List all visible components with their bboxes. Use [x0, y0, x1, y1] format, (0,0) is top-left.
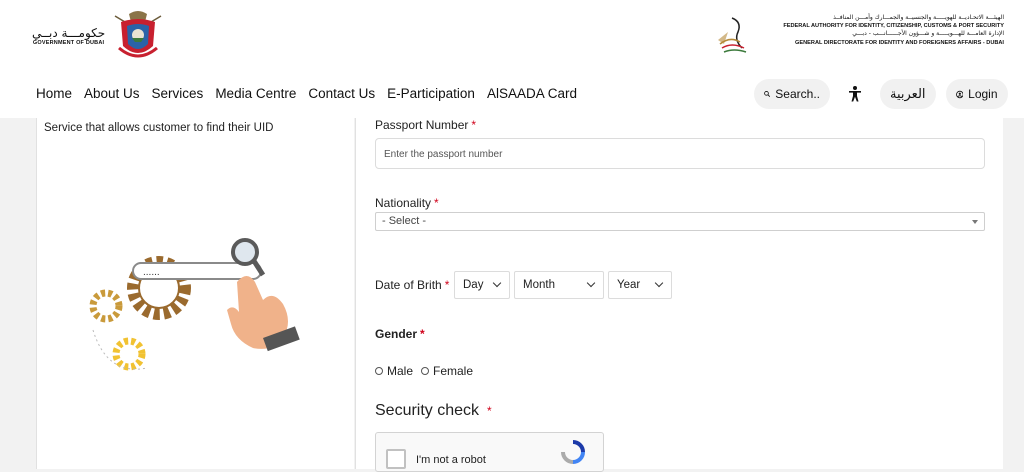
nav-contact-us[interactable]: Contact Us — [308, 86, 375, 101]
falcon-emblem-icon — [718, 17, 747, 53]
dob-year-select[interactable]: Year — [608, 271, 672, 299]
required-marker: * — [471, 118, 477, 132]
passport-label-text: Passport Number — [375, 118, 469, 132]
nav-media-centre[interactable]: Media Centre — [215, 86, 296, 101]
main-nav: Home About Us Services Media Centre Cont… — [36, 86, 589, 101]
dob-day-value: Day — [463, 279, 484, 291]
gender-male-label: Male — [387, 364, 414, 378]
recaptcha-checkbox[interactable] — [386, 449, 406, 469]
dob-label: Date of Brith * — [375, 278, 449, 292]
uid-search-form: Passport Number * Enter the passport numb… — [355, 118, 1003, 472]
service-description: Service that allows customer to find the… — [44, 122, 274, 134]
logo-left-english: GOVERNMENT OF DUBAI — [32, 40, 105, 46]
small-gear-icon — [89, 289, 123, 323]
passport-number-input[interactable]: Enter the passport number — [375, 138, 985, 169]
dob-label-text: Date of Brith — [375, 278, 442, 292]
login-button[interactable]: Login — [945, 79, 1008, 109]
security-check-title: Security check * — [375, 402, 492, 420]
authority-line-3: الإدارة العامـــة للهـــويـــــة و شـــؤ… — [852, 30, 1004, 38]
radio-circle[interactable] — [375, 367, 383, 375]
chevron-down-icon — [654, 278, 664, 288]
recaptcha-logo-icon — [561, 440, 585, 464]
accessibility-icon — [849, 86, 861, 102]
site-header: حكومـــة دبــي GOVERNMENT OF DUBAI الهيئ… — [0, 0, 1024, 118]
hand-icon — [227, 276, 300, 352]
dob-year-value: Year — [617, 279, 641, 291]
language-toggle[interactable]: العربية — [880, 79, 936, 109]
nav-alsaada-card[interactable]: AlSAADA Card — [487, 86, 577, 101]
header-tools: Search.. العربية Login — [754, 79, 1008, 109]
nav-home[interactable]: Home — [36, 86, 72, 101]
nav-about-us[interactable]: About Us — [84, 86, 140, 101]
required-marker: * — [444, 278, 450, 292]
nav-e-participation[interactable]: E-Participation — [387, 86, 475, 101]
required-marker: * — [487, 404, 492, 418]
government-of-dubai-logo[interactable]: حكومـــة دبــي GOVERNMENT OF DUBAI — [32, 8, 165, 64]
gender-label-text: Gender — [375, 327, 418, 341]
search-label: Search.. — [775, 87, 820, 101]
nationality-label: Nationality * — [375, 196, 439, 210]
dob-month-select[interactable]: Month — [514, 271, 604, 299]
nationality-selected: - Select - — [382, 215, 427, 227]
chevron-down-icon — [492, 278, 502, 288]
authority-line-1: الهيئـــة الاتحـاديــة للهويـــــة والجن… — [833, 14, 1004, 21]
logo-left-arabic: حكومـــة دبــي — [32, 26, 106, 40]
recaptcha-label: I'm not a robot — [416, 454, 486, 466]
accessibility-button[interactable] — [840, 79, 870, 109]
gender-male-radio[interactable]: Male — [375, 364, 413, 378]
dob-day-select[interactable]: Day — [454, 271, 510, 299]
user-circle-icon — [955, 90, 964, 98]
recaptcha-widget: I'm not a robot — [375, 432, 604, 472]
service-info-panel: Service that allows customer to find the… — [36, 118, 354, 469]
required-marker: * — [434, 196, 439, 210]
gender-female-label: Female — [433, 364, 474, 378]
search-gears-illustration: ...... — [89, 238, 300, 371]
illustration-search-text: ...... — [143, 267, 160, 278]
nationality-select[interactable]: - Select - — [375, 212, 985, 231]
required-marker: * — [420, 327, 425, 341]
nav-services[interactable]: Services — [152, 86, 204, 101]
security-check-text: Security check — [375, 402, 480, 419]
search-icon — [764, 91, 771, 98]
passport-label: Passport Number * — [375, 118, 476, 132]
yellow-gear-icon — [112, 337, 146, 371]
login-label: Login — [968, 87, 998, 101]
nationality-label-text: Nationality — [375, 196, 432, 210]
authority-line-4: GENERAL DIRECTORATE FOR IDENTITY AND FOR… — [795, 39, 1004, 46]
dob-month-value: Month — [523, 279, 555, 291]
search-button[interactable]: Search.. — [754, 79, 830, 109]
gender-label: Gender * — [375, 327, 425, 341]
chevron-down-icon — [586, 278, 596, 288]
gender-female-radio[interactable]: Female — [421, 364, 473, 378]
radio-circle[interactable] — [421, 367, 429, 375]
federal-authority-logo[interactable]: الهيئـــة الاتحـاديــة للهويـــــة والجن… — [712, 14, 1004, 58]
caret-down-icon — [972, 220, 978, 224]
dubai-emblem-icon — [114, 11, 162, 58]
